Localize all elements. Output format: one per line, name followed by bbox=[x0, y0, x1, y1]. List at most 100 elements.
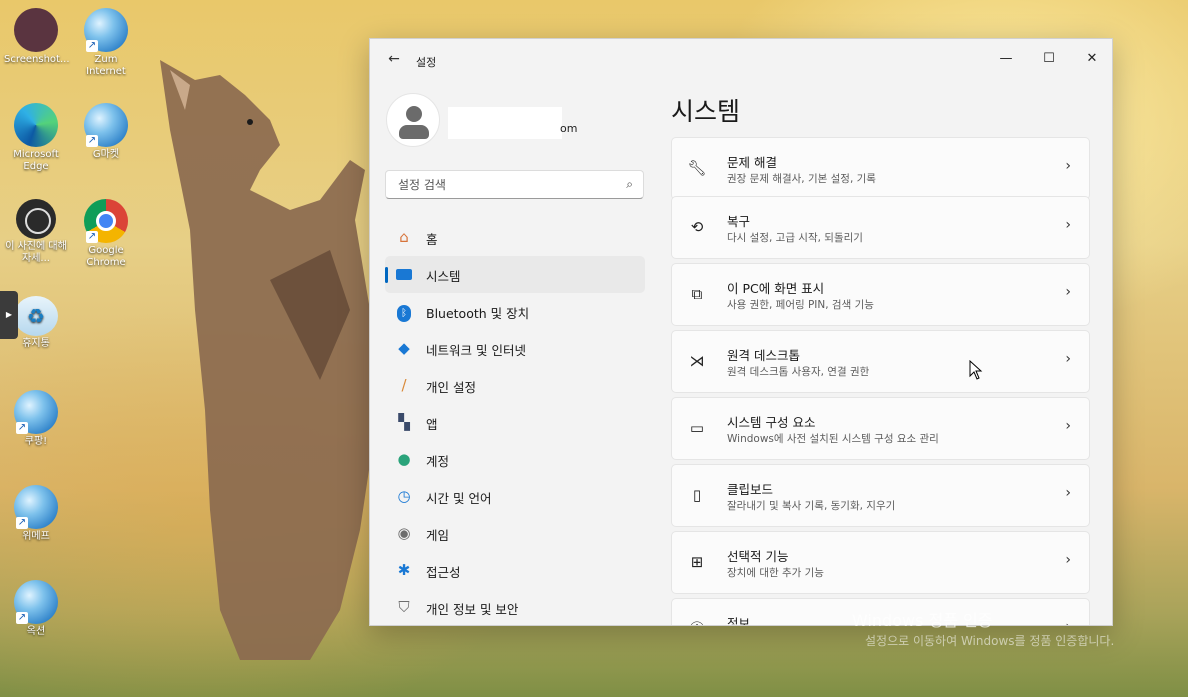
kangaroo-wallpaper-image bbox=[160, 60, 375, 660]
nav-item-label: Bluetooth 및 장치 bbox=[426, 306, 530, 321]
desktop-icon-auction[interactable]: ↗ 옥션 bbox=[4, 580, 68, 638]
desktop-icon-edge[interactable]: Microsoft Edge bbox=[4, 103, 68, 173]
card-title: 이 PC에 화면 표시 bbox=[727, 281, 825, 296]
recovery-icon: ⟲ bbox=[690, 218, 704, 236]
card-project-to-pc[interactable]: ⧉ 이 PC에 화면 표시 사용 권한, 페어링 PIN, 검색 기능 › bbox=[671, 263, 1090, 326]
card-clipboard[interactable]: ▯ 클립보드 잘라내기 및 복사 기록, 동기화, 지우기 › bbox=[671, 464, 1090, 527]
card-remote-desktop[interactable]: ⋊ 원격 데스크톱 원격 데스크톱 사용자, 연결 권한 › bbox=[671, 330, 1090, 393]
nav-item-accessibility[interactable]: ✱ 접근성 bbox=[385, 552, 645, 589]
side-panel-toggle[interactable]: ▶ bbox=[0, 291, 18, 339]
shortcut-arrow-icon: ↗ bbox=[86, 231, 98, 243]
nav-item-label: 게임 bbox=[426, 528, 450, 543]
nav-item-time-language[interactable]: ◷ 시간 및 언어 bbox=[385, 478, 645, 515]
accessibility-icon: ✱ bbox=[397, 561, 411, 579]
card-title: 문제 해결 bbox=[727, 155, 777, 170]
account-icon: ● bbox=[397, 450, 411, 468]
settings-nav: ⌂ 홈 시스템 ᛒ Bluetooth 및 장치 ◆ 네트워크 및 인터넷 / … bbox=[385, 219, 645, 625]
desktop-icon-wemakeprice[interactable]: ↗ 위메프 bbox=[4, 485, 68, 543]
avatar-person-torso bbox=[399, 125, 429, 139]
card-optional-features[interactable]: ⊞ 선택적 기능 장치에 대한 추가 기능 › bbox=[671, 531, 1090, 594]
page-title: 시스템 bbox=[671, 97, 741, 126]
desktop-icon-label: 위메프 bbox=[22, 531, 50, 542]
desktop-icon-zum-internet[interactable]: ↗ Zum Internet bbox=[74, 8, 138, 78]
nav-item-network[interactable]: ◆ 네트워크 및 인터넷 bbox=[385, 330, 645, 367]
photo-info-icon bbox=[16, 199, 56, 239]
card-subtitle: 잘라내기 및 복사 기록, 동기화, 지우기 bbox=[727, 500, 896, 512]
card-title: 원격 데스크톱 bbox=[727, 348, 800, 363]
mouse-cursor-icon bbox=[969, 360, 983, 380]
desktop-icon-coupang[interactable]: ↗ 쿠팡! bbox=[4, 390, 68, 448]
desktop-icon-gmarket[interactable]: ↗ G마켓 bbox=[74, 103, 138, 161]
account-avatar[interactable] bbox=[386, 93, 440, 147]
network-icon: ◆ bbox=[398, 339, 410, 357]
globe-shortcut-icon: ↗ bbox=[84, 103, 128, 147]
back-arrow-icon: ← bbox=[388, 51, 400, 67]
nav-item-bluetooth[interactable]: ᛒ Bluetooth 및 장치 bbox=[385, 293, 645, 330]
nav-item-label: 네트워크 및 인터넷 bbox=[426, 343, 526, 358]
edge-icon bbox=[14, 103, 58, 147]
chevron-right-icon: › bbox=[1065, 552, 1071, 568]
nav-item-home[interactable]: ⌂ 홈 bbox=[385, 219, 645, 256]
time-language-icon: ◷ bbox=[397, 487, 411, 505]
globe-shortcut-icon: ↗ bbox=[14, 580, 58, 624]
desktop-icon-chrome[interactable]: ↗ Google Chrome bbox=[74, 199, 138, 269]
nav-item-system[interactable]: 시스템 bbox=[385, 256, 645, 293]
card-subtitle: 원격 데스크톱 사용자, 연결 권한 bbox=[727, 366, 870, 378]
shortcut-arrow-icon: ↗ bbox=[16, 612, 28, 624]
nav-item-gaming[interactable]: ◉ 게임 bbox=[385, 515, 645, 552]
shortcut-arrow-icon: ↗ bbox=[16, 422, 28, 434]
gamepad-icon: ◉ bbox=[397, 524, 411, 542]
nav-item-personalization[interactable]: / 개인 설정 bbox=[385, 367, 645, 404]
desktop-icon-photo-info[interactable]: 이 사진에 대해 자세... bbox=[4, 199, 68, 265]
card-title: 복구 bbox=[727, 214, 751, 229]
card-title: 선택적 기능 bbox=[727, 549, 789, 564]
desktop-icon-screenshot[interactable]: Screenshot... bbox=[4, 8, 70, 66]
maximize-button[interactable]: ☐ bbox=[1029, 45, 1069, 73]
account-email-suffix: om bbox=[560, 122, 578, 135]
title-bar[interactable]: ← 설정 — ☐ ✕ bbox=[370, 39, 1112, 83]
components-icon: ▭ bbox=[689, 419, 705, 437]
nav-item-label: 시간 및 언어 bbox=[426, 491, 492, 506]
card-subtitle: 장치에 대한 추가 기능 bbox=[727, 567, 824, 579]
desktop-icon-label: Screenshot... bbox=[4, 54, 70, 65]
avatar-person-icon bbox=[406, 106, 422, 122]
home-icon: ⌂ bbox=[399, 228, 409, 246]
remote-desktop-icon: ⋊ bbox=[689, 352, 705, 370]
card-troubleshoot[interactable]: 🔧︎ 문제 해결 권장 문제 해결사, 기본 설정, 기록 › bbox=[671, 137, 1090, 200]
clipboard-icon: ▯ bbox=[692, 486, 702, 504]
nav-item-label: 접근성 bbox=[426, 565, 461, 580]
back-button[interactable]: ← bbox=[382, 51, 406, 71]
minimize-button[interactable]: — bbox=[986, 45, 1026, 73]
shield-icon: ⛉ bbox=[398, 598, 410, 616]
desktop-icon-label: G마켓 bbox=[92, 149, 120, 160]
nav-item-label: 홈 bbox=[426, 232, 438, 247]
window-title: 설정 bbox=[416, 56, 437, 69]
wrench-icon: 🔧︎ bbox=[687, 159, 707, 177]
chevron-right-icon: › bbox=[1065, 217, 1071, 233]
card-subtitle: 권장 문제 해결사, 기본 설정, 기록 bbox=[727, 173, 876, 185]
apps-icon: ▚ bbox=[398, 413, 410, 431]
card-subtitle: 다시 설정, 고급 시작, 되돌리기 bbox=[727, 232, 863, 244]
nav-item-accounts[interactable]: ● 계정 bbox=[385, 441, 645, 478]
chevron-right-icon: › bbox=[1065, 351, 1071, 367]
chevron-right-icon: › bbox=[1065, 485, 1071, 501]
recycle-bin-icon: ♻ bbox=[14, 296, 58, 336]
search-icon[interactable]: ⌕ bbox=[626, 177, 633, 192]
redacted-account-email bbox=[448, 107, 562, 139]
globe-shortcut-icon: ↗ bbox=[84, 8, 128, 52]
card-recovery[interactable]: ⟲ 복구 다시 설정, 고급 시작, 되돌리기 › bbox=[671, 196, 1090, 259]
close-button[interactable]: ✕ bbox=[1072, 45, 1112, 73]
shortcut-arrow-icon: ↗ bbox=[86, 40, 98, 52]
project-screen-icon: ⧉ bbox=[691, 285, 703, 303]
chevron-right-icon: › bbox=[1065, 418, 1071, 434]
nav-item-privacy-security[interactable]: ⛉ 개인 정보 및 보안 bbox=[385, 589, 645, 625]
nav-item-label: 개인 정보 및 보안 bbox=[426, 602, 519, 617]
settings-search-input[interactable] bbox=[396, 177, 610, 193]
shortcut-arrow-icon: ↗ bbox=[86, 135, 98, 147]
system-settings-list[interactable]: 🔧︎ 문제 해결 권장 문제 해결사, 기본 설정, 기록 › ⟲ 복구 다시 … bbox=[671, 137, 1091, 625]
card-system-components[interactable]: ▭ 시스템 구성 요소 Windows에 사전 설치된 시스템 구성 요소 관리… bbox=[671, 397, 1090, 460]
desktop-icon-label: Google Chrome bbox=[86, 245, 126, 268]
card-subtitle: 사용 권한, 페어링 PIN, 검색 기능 bbox=[727, 299, 874, 311]
settings-search-box[interactable]: ⌕ bbox=[385, 170, 644, 199]
nav-item-apps[interactable]: ▚ 앱 bbox=[385, 404, 645, 441]
